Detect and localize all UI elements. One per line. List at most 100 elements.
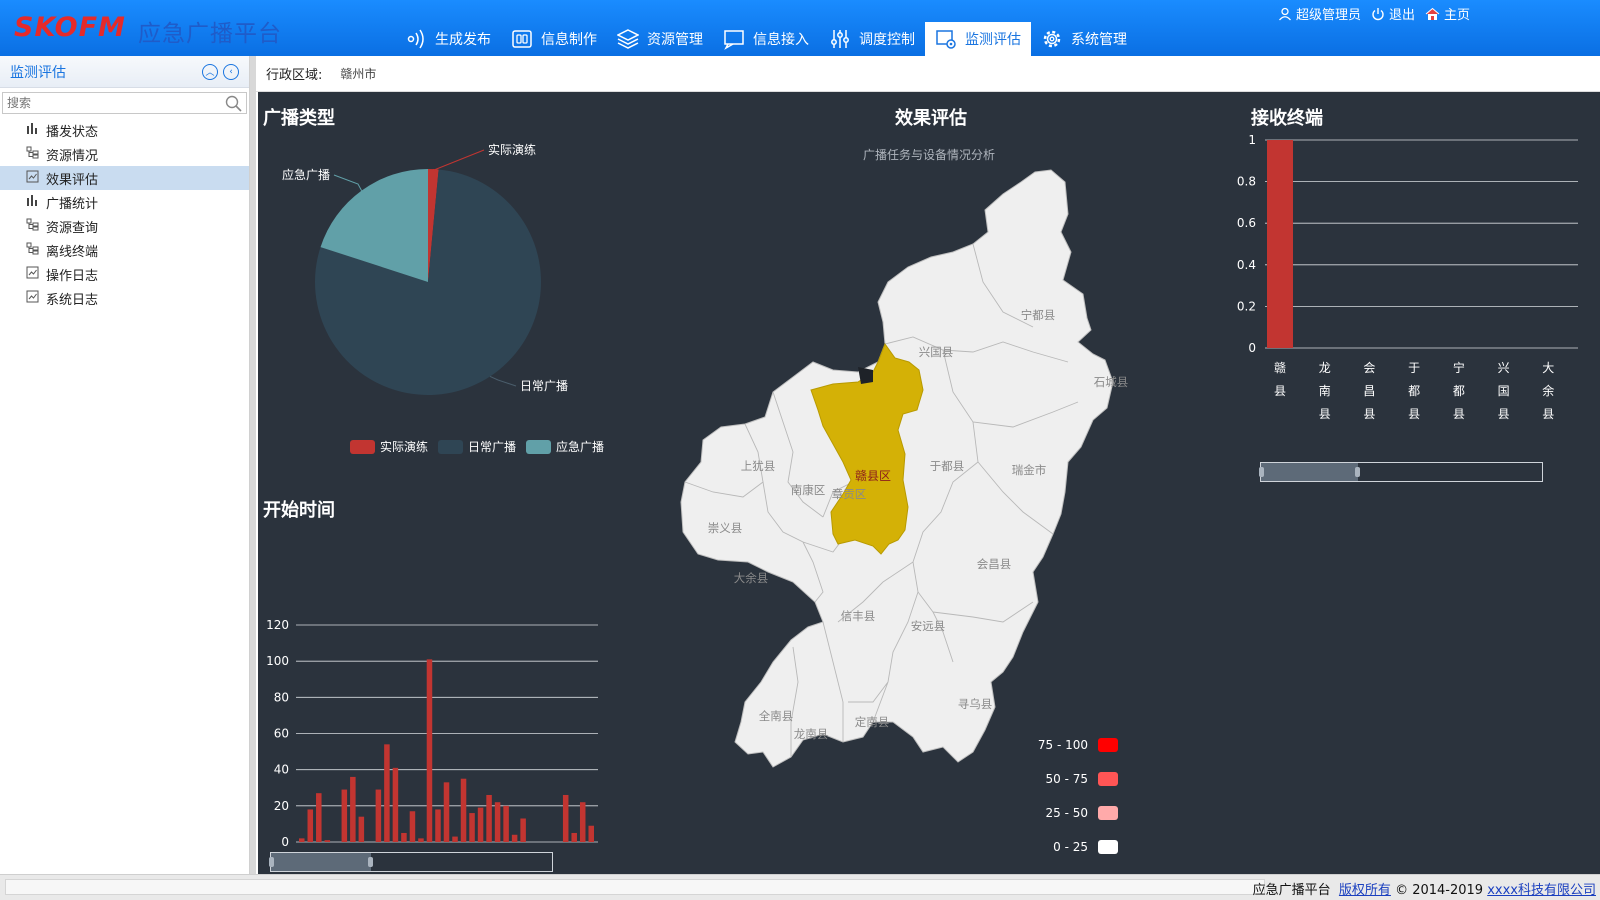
map-region-label[interactable]: 于都县 — [930, 459, 965, 473]
map-legend-item[interactable]: 50 - 75 — [1018, 762, 1118, 796]
time-bar[interactable] — [401, 832, 407, 842]
time-bar[interactable] — [426, 659, 433, 842]
time-bar[interactable] — [452, 836, 458, 842]
sidebar-item-label: 离线终端 — [46, 244, 99, 260]
nav-resource-management[interactable]: 资源管理 — [607, 22, 713, 56]
map-region-label[interactable]: 大余县 — [734, 571, 769, 585]
sidebar-item[interactable]: 离线终端 — [0, 238, 249, 262]
time-bar[interactable] — [469, 813, 475, 842]
legend-label[interactable]: 应急广播 — [556, 439, 604, 454]
time-bar[interactable] — [503, 805, 509, 842]
user-menu[interactable]: 超级管理员 — [1278, 4, 1361, 23]
map-region-label[interactable]: 全南县 — [759, 709, 794, 723]
nav-generate-publish[interactable]: 生成发布 — [395, 22, 501, 56]
time-bar[interactable] — [443, 782, 450, 842]
sidebar-item[interactable]: 操作日志 — [0, 262, 249, 286]
time-bar[interactable] — [588, 825, 594, 842]
sidebar-splitter[interactable] — [250, 56, 256, 874]
map-region-label[interactable]: 信丰县 — [841, 609, 876, 623]
y-tick-label: 40 — [274, 763, 289, 777]
map-region-label[interactable]: 宁都县 — [1021, 308, 1056, 322]
map-region-label[interactable]: 瑞金市 — [1012, 463, 1047, 477]
sidebar-item[interactable]: 广播统计 — [0, 190, 249, 214]
time-bar[interactable] — [341, 789, 348, 842]
time-bar[interactable] — [324, 840, 331, 842]
nav-monitor-evaluate[interactable]: 监测评估 — [925, 22, 1031, 56]
map-region-label[interactable]: 安远县 — [911, 619, 946, 633]
time-bar[interactable] — [316, 793, 322, 842]
time-bar[interactable] — [384, 744, 390, 842]
sidebar-item[interactable]: 系统日志 — [0, 286, 249, 310]
collapse-up-icon[interactable]: ︿ — [202, 63, 218, 80]
nav-label: 信息制作 — [541, 32, 597, 48]
nav-label: 生成发布 — [435, 32, 491, 48]
terminal-bar[interactable] — [1267, 140, 1293, 348]
map-region-label[interactable]: 龙南县 — [794, 727, 829, 741]
legend-label[interactable]: 实际演练 — [380, 439, 428, 454]
map-legend-item[interactable]: 25 - 50 — [1018, 796, 1118, 830]
zoom-handle-right[interactable] — [1355, 467, 1360, 477]
time-bar[interactable] — [477, 807, 484, 842]
terminal-zoom-window[interactable] — [1261, 463, 1358, 481]
time-bar[interactable] — [418, 838, 424, 842]
rights-link[interactable]: 版权所有 — [1339, 883, 1391, 898]
sidebar-item[interactable]: 播发状态 — [0, 118, 249, 142]
map-highlight-label[interactable]: 赣县区 — [855, 469, 891, 483]
time-bar[interactable] — [307, 809, 314, 842]
time-bar[interactable] — [460, 778, 467, 842]
footer-status-bar — [5, 879, 1265, 895]
time-bar[interactable] — [375, 789, 382, 842]
time-zoom-window[interactable] — [271, 853, 371, 871]
map-region-label[interactable]: 章贡区 — [832, 487, 867, 501]
time-bar[interactable] — [579, 802, 586, 842]
time-bar[interactable] — [562, 794, 569, 842]
logout-button[interactable]: 退出 — [1371, 4, 1415, 23]
sidebar-item[interactable]: 资源情况 — [0, 142, 249, 166]
map-legend-label: 25 - 50 — [1045, 806, 1089, 820]
time-bar[interactable] — [299, 838, 305, 842]
map-region-label[interactable]: 石城县 — [1094, 375, 1129, 389]
region-select[interactable]: 赣州市 — [340, 65, 376, 82]
sidebar-item[interactable]: 资源查询 — [0, 214, 249, 238]
time-bar[interactable] — [520, 818, 526, 842]
sidebar-item[interactable]: 效果评估 — [0, 166, 249, 190]
map-region-label[interactable]: 定南县 — [855, 715, 890, 729]
zoom-handle-left[interactable] — [1259, 467, 1264, 477]
zoom-handle-right[interactable] — [368, 857, 373, 867]
nav-info-production[interactable]: 信息制作 — [501, 22, 607, 56]
company-link[interactable]: xxxx科技有限公司 — [1487, 883, 1596, 898]
collapse-left-icon[interactable]: ‹ — [223, 63, 239, 80]
time-bar[interactable] — [350, 776, 356, 842]
legend-swatch[interactable] — [438, 440, 463, 454]
time-bar[interactable] — [392, 767, 399, 842]
nav-dispatch-control[interactable]: 调度控制 — [819, 22, 925, 56]
time-bar[interactable] — [494, 802, 501, 842]
time-zoom-slider[interactable] — [269, 852, 553, 872]
map-legend-label: 0 - 25 — [1053, 840, 1088, 854]
time-bar[interactable] — [571, 832, 577, 842]
nav-system-management[interactable]: 系统管理 — [1031, 22, 1137, 56]
home-button[interactable]: 主页 — [1425, 4, 1470, 23]
time-bar[interactable] — [511, 834, 518, 842]
nav-info-access[interactable]: 信息接入 — [713, 22, 819, 56]
map-region-label[interactable]: 南康区 — [791, 483, 826, 497]
time-bar[interactable] — [358, 816, 365, 842]
time-bar[interactable] — [486, 794, 492, 842]
time-bar[interactable] — [409, 811, 416, 842]
terminal-zoom-slider[interactable] — [1259, 462, 1543, 482]
legend-swatch[interactable] — [350, 440, 375, 454]
search-icon[interactable] — [225, 95, 242, 112]
map-region-label[interactable]: 会昌县 — [977, 557, 1012, 571]
legend-label[interactable]: 日常广播 — [468, 440, 516, 454]
search-input[interactable] — [7, 96, 225, 110]
y-tick-label: 0.8 — [1237, 175, 1256, 189]
map-legend-item[interactable]: 75 - 100 — [1018, 728, 1118, 762]
time-bar[interactable] — [435, 809, 441, 842]
map-region-label[interactable]: 崇义县 — [708, 521, 743, 535]
map-legend-item[interactable]: 0 - 25 — [1018, 830, 1118, 864]
map-region-label[interactable]: 上犹县 — [741, 459, 776, 473]
legend-swatch[interactable] — [526, 440, 551, 454]
map-region-label[interactable]: 寻乌县 — [958, 697, 993, 711]
zoom-handle-left[interactable] — [269, 857, 274, 867]
map-region-label[interactable]: 兴国县 — [919, 345, 954, 359]
